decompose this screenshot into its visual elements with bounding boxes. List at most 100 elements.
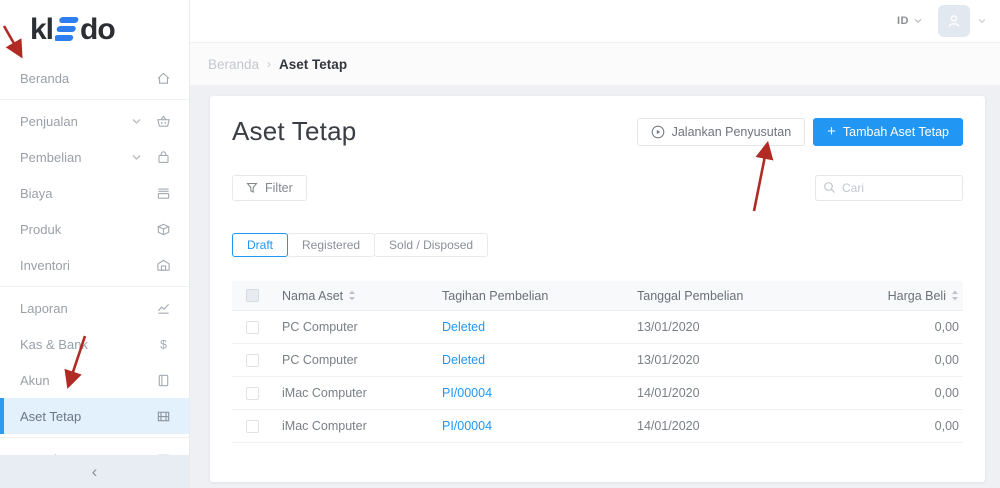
page-title: Aset Tetap <box>232 116 356 147</box>
warehouse-icon <box>155 258 171 273</box>
sidebar-item-label: Akun <box>20 373 155 388</box>
search-input[interactable] <box>815 175 963 201</box>
cell-harga-beli: 0,00 <box>853 386 963 400</box>
bag-icon <box>155 150 171 165</box>
cell-tagihan-pembelian: Deleted <box>436 320 631 334</box>
sort-icon[interactable] <box>348 290 356 301</box>
logo-text-right: do <box>80 13 115 47</box>
sidebar-item-label: Inventori <box>20 258 155 273</box>
add-asset-button[interactable]: + Tambah Aset Tetap <box>813 118 963 146</box>
sidebar-nav: Beranda Penjualan Pembelian Biaya Produk <box>0 60 189 477</box>
cell-nama-aset: PC Computer <box>276 320 436 334</box>
row-checkbox-cell <box>232 321 276 334</box>
chevron-down-icon <box>132 118 141 125</box>
table-row[interactable]: iMac Computer PI/00004 14/01/2020 0,00 <box>232 410 963 443</box>
sidebar-item-label: Penjualan <box>20 114 132 129</box>
sidebar-item-penjualan[interactable]: Penjualan <box>0 103 189 139</box>
app-screen: kl do Beranda Penjualan Pembelian <box>0 0 1000 488</box>
row-checkbox[interactable] <box>246 387 259 400</box>
sidebar-item-label: Aset Tetap <box>20 409 155 424</box>
cell-tanggal-pembelian: 13/01/2020 <box>631 353 853 367</box>
divider <box>0 437 189 438</box>
cell-tagihan-pembelian: Deleted <box>436 353 631 367</box>
aset-tetap-card: Aset Tetap Jalankan Penyusutan + Tambah … <box>210 96 985 482</box>
cell-nama-aset: iMac Computer <box>276 419 436 433</box>
sidebar-item-label: Biaya <box>20 186 155 201</box>
sidebar-item-inventori[interactable]: Inventori <box>0 247 189 283</box>
bill-link[interactable]: PI/00004 <box>442 386 492 400</box>
breadcrumb-current: Aset Tetap <box>279 57 347 72</box>
cart-icon <box>155 114 171 129</box>
sidebar-item-akun[interactable]: Akun <box>0 362 189 398</box>
cell-tanggal-pembelian: 14/01/2020 <box>631 386 853 400</box>
search-box <box>815 175 963 201</box>
user-avatar[interactable] <box>938 5 970 37</box>
sidebar-item-pembelian[interactable]: Pembelian <box>0 139 189 175</box>
bill-link[interactable]: PI/00004 <box>442 419 492 433</box>
row-checkbox[interactable] <box>246 321 259 334</box>
home-icon <box>155 71 171 86</box>
table-row[interactable]: PC Computer Deleted 13/01/2020 0,00 <box>232 311 963 344</box>
account-menu-chevron[interactable] <box>978 18 986 24</box>
divider <box>0 286 189 287</box>
header-tanggal-pembelian: Tanggal Pembelian <box>631 289 853 303</box>
card-header: Aset Tetap Jalankan Penyusutan + Tambah … <box>232 116 963 147</box>
column-label: Nama Aset <box>282 289 343 303</box>
cell-tagihan-pembelian: PI/00004 <box>436 419 631 433</box>
play-circle-icon <box>651 125 665 139</box>
select-all-checkbox[interactable] <box>246 289 259 302</box>
filter-button[interactable]: Filter <box>232 175 307 201</box>
run-depreciation-label: Jalankan Penyusutan <box>672 125 792 139</box>
ledger-icon <box>155 373 171 388</box>
tab-registered[interactable]: Registered <box>287 233 375 257</box>
add-asset-label: Tambah Aset Tetap <box>843 125 949 139</box>
cell-harga-beli: 0,00 <box>853 320 963 334</box>
header-harga-beli[interactable]: Harga Beli <box>853 289 963 303</box>
plus-icon: + <box>827 124 836 139</box>
sidebar-item-kas-bank[interactable]: Kas & Bank $ <box>0 326 189 362</box>
table-header-row: Nama Aset Tagihan Pembelian Tanggal Pemb… <box>232 281 963 311</box>
bill-link[interactable]: Deleted <box>442 353 485 367</box>
filter-label: Filter <box>265 181 293 195</box>
breadcrumb-separator: › <box>267 57 271 71</box>
sidebar-item-label: Pembelian <box>20 150 132 165</box>
header-actions: Jalankan Penyusutan + Tambah Aset Tetap <box>637 118 963 146</box>
sidebar-item-label: Produk <box>20 222 155 237</box>
search-icon <box>823 181 836 199</box>
row-checkbox[interactable] <box>246 420 259 433</box>
sidebar-item-biaya[interactable]: Biaya <box>0 175 189 211</box>
header-checkbox-cell <box>232 289 276 302</box>
tab-sold-disposed[interactable]: Sold / Disposed <box>374 233 488 257</box>
svg-text:$: $ <box>160 337 167 351</box>
sidebar-item-aset-tetap[interactable]: Aset Tetap <box>0 398 189 434</box>
breadcrumb-link-beranda[interactable]: Beranda <box>208 57 259 72</box>
column-label: Tagihan Pembelian <box>442 289 548 303</box>
chevron-down-icon <box>132 154 141 161</box>
sort-icon[interactable] <box>951 290 959 301</box>
kledo-logo[interactable]: kl do <box>0 0 189 56</box>
cell-harga-beli: 0,00 <box>853 419 963 433</box>
cell-harga-beli: 0,00 <box>853 353 963 367</box>
column-label: Tanggal Pembelian <box>637 289 743 303</box>
row-checkbox-cell <box>232 354 276 367</box>
sidebar: kl do Beranda Penjualan Pembelian <box>0 0 190 488</box>
divider <box>0 99 189 100</box>
fixed-asset-icon <box>155 409 171 424</box>
chevron-down-icon <box>978 18 986 24</box>
table-row[interactable]: PC Computer Deleted 13/01/2020 0,00 <box>232 344 963 377</box>
sidebar-item-laporan[interactable]: Laporan <box>0 290 189 326</box>
bill-link[interactable]: Deleted <box>442 320 485 334</box>
breadcrumb: Beranda › Aset Tetap <box>190 42 1000 85</box>
locale-selector[interactable]: ID <box>897 15 922 27</box>
sidebar-item-label: Laporan <box>20 301 155 316</box>
table-row[interactable]: iMac Computer PI/00004 14/01/2020 0,00 <box>232 377 963 410</box>
tab-draft[interactable]: Draft <box>232 233 288 257</box>
sidebar-item-produk[interactable]: Produk <box>0 211 189 247</box>
row-checkbox-cell <box>232 420 276 433</box>
header-nama-aset[interactable]: Nama Aset <box>276 289 436 303</box>
collapse-chevron-icon: ‹ <box>92 463 98 480</box>
sidebar-item-beranda[interactable]: Beranda <box>0 60 189 96</box>
row-checkbox[interactable] <box>246 354 259 367</box>
sidebar-collapse-button[interactable]: ‹ <box>0 455 189 488</box>
run-depreciation-button[interactable]: Jalankan Penyusutan <box>637 118 806 146</box>
